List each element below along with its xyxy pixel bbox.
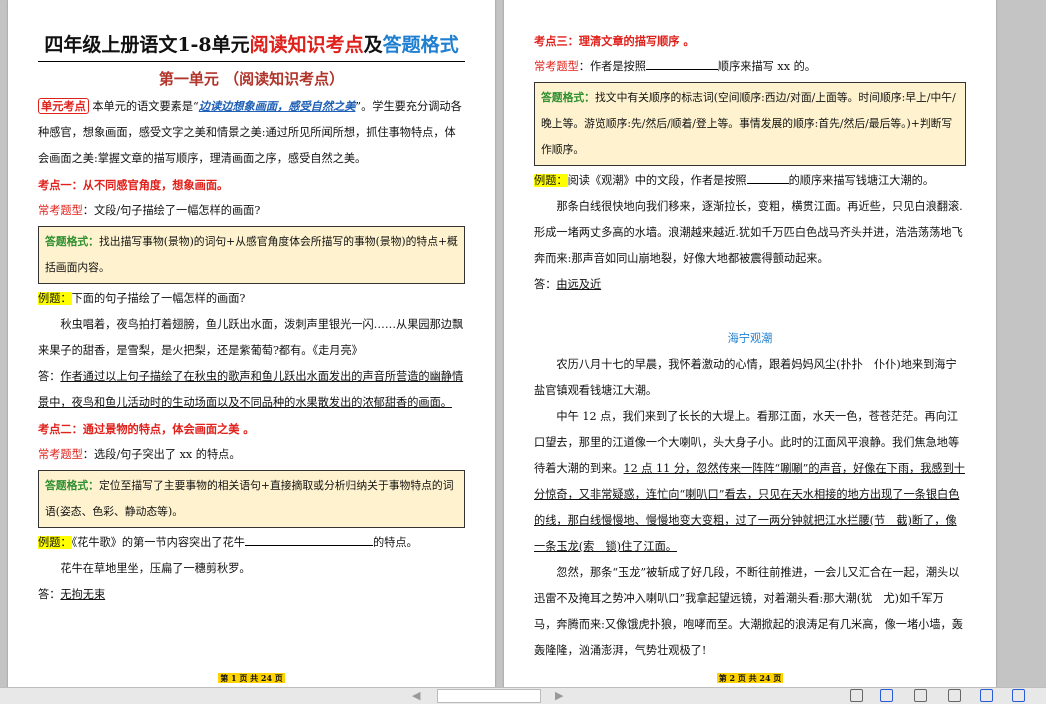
kp3-common-label: 常考题型 bbox=[534, 60, 579, 73]
kp3-answer-content: 由远及近 bbox=[556, 278, 602, 291]
kp3-title: 考点三：理清文章的描写顺序 。 bbox=[534, 34, 695, 48]
kp1-passage: 秋虫唱着，夜鸟拍打着翅膀，鱼儿跃出水面，泼刺声里银光一闪……从果园那边飘来果子的… bbox=[38, 318, 464, 357]
footer-text-1: 第 1 页 共 24 页 bbox=[218, 673, 285, 683]
kp1-answer-content: 作者通过以上句子描绘了在秋虫的歌声和鱼儿跃出水面发出的声音所营造的幽静情景中，夜… bbox=[38, 370, 464, 409]
kp3-answer-text: 找文中有关顺序的标志词(空间顺序:西边/对面/上面等。时间顺序:早上/中午/晚上… bbox=[541, 91, 956, 156]
essay-paragraph-2: 中午 12 点，我们来到了长长的大堤上。看那江面，水天一色，苍苍茫茫。再向江口望… bbox=[534, 404, 966, 560]
prev-page-icon[interactable]: ◀ bbox=[412, 689, 420, 702]
document-page-2: 考点三：理清文章的描写顺序 。 常考题型：作者是按照 顺序来描写 xx 的。 答题… bbox=[504, 0, 996, 688]
kp1-answer-format: 答题格式：找出描写事物(景物)的词句+从感官角度体会所描写的事物(景物)的特点+… bbox=[38, 226, 465, 284]
kp3-example-b: 的顺序来描写钱塘江大潮的。 bbox=[788, 174, 935, 187]
kp2-answer: 答：无拘无束 bbox=[38, 582, 465, 608]
footer-text-2: 第 2 页 共 24 页 bbox=[716, 673, 784, 683]
kp3-common: 常考题型：作者是按照 顺序来描写 xx 的。 bbox=[534, 54, 966, 80]
page-footer-2: 第 2 页 共 24 页 bbox=[504, 673, 996, 684]
kp1-example-label: 例题： bbox=[38, 292, 72, 305]
kp2-example-a: 《花牛歌》的第一节内容突出了花牛 bbox=[71, 536, 245, 549]
kp2-example-label: 例题： bbox=[38, 536, 72, 549]
unit-text-a: 本单元的语文要素是“ bbox=[92, 100, 199, 113]
document-page-1: 四年级上册语文1-8单元阅读知识考点及答题格式 第一单元 （阅读知识考点） 单元… bbox=[8, 0, 495, 688]
viewer-bottom-bar: ◀ ▶ bbox=[0, 687, 1046, 704]
fill-blank bbox=[645, 59, 718, 70]
essay-title: 海宁观潮 bbox=[727, 332, 773, 345]
kp1-example: 例题：下面的句子描绘了一幅怎样的画面? bbox=[38, 286, 465, 312]
kp1-answer-text: 找出描写事物(景物)的词句+从感官角度体会所描写的事物(景物)的特点+概括画面内… bbox=[45, 235, 458, 274]
kp3-example-a: 阅读《观潮》中的文段，作者是按照 bbox=[567, 174, 747, 187]
kp2-example: 例题：《花牛歌》的第一节内容突出了花牛 的特点。 bbox=[38, 530, 465, 556]
kp3-answer-prefix: 答： bbox=[534, 278, 557, 291]
document-title: 四年级上册语文1-8单元阅读知识考点及答题格式 bbox=[38, 30, 465, 62]
kp2-example-b: 的特点。 bbox=[372, 536, 418, 549]
page-number-input[interactable] bbox=[437, 689, 541, 703]
kp2-answer-text: 定位至描写了主要事物的相关语句+直接摘取或分析归纳关于事物特点的词语(姿态、色彩… bbox=[45, 479, 454, 518]
kp3-common-b: 顺序来描写 xx 的。 bbox=[717, 60, 816, 73]
kp2-answer-label: 答题格式： bbox=[45, 479, 99, 492]
kp3-answer-label: 答题格式： bbox=[541, 91, 595, 104]
book-view-icon[interactable] bbox=[948, 689, 961, 702]
unit-tag: 单元考点 bbox=[38, 98, 89, 114]
dual-page-icon[interactable] bbox=[980, 689, 993, 702]
kp2-title: 考点二：通过景物的特点，体会画面之美 。 bbox=[38, 422, 255, 436]
unit-title: 第一单元 （阅读知识考点） bbox=[158, 70, 345, 88]
two-page-view-icon[interactable] bbox=[914, 689, 927, 702]
kp2-common-text: ：选段/句子突出了 xx 的特点。 bbox=[82, 448, 241, 461]
kp3-example-label: 例题： bbox=[534, 174, 568, 187]
fill-blank bbox=[746, 173, 789, 184]
kp3-common-a: ：作者是按照 bbox=[578, 60, 646, 73]
essay-paragraph-3: 忽然，那条“玉龙”被斩成了好几段，不断往前推进，一会儿又汇合在一起，潮头以迅雷不… bbox=[534, 566, 963, 657]
essay-p2-underlined: 12 点 11 分，忽然传来一阵阵“唰唰”的声音，好像在下雨，我感到十分惊奇，又… bbox=[534, 462, 965, 553]
kp1-common-label: 常考题型 bbox=[38, 204, 83, 217]
kp2-answer-content: 无拘无束 bbox=[60, 588, 106, 601]
title-part-3: 及 bbox=[363, 34, 383, 56]
kp1-example-text: 下面的句子描绘了一幅怎样的画面? bbox=[71, 292, 246, 305]
kp1-title: 考点一：从不同感官角度，想象画面。 bbox=[38, 178, 229, 192]
kp3-passage: 那条白线很快地向我们移来，逐渐拉长，变粗，横贯江面。再近些，只见白浪翻滚.形成一… bbox=[534, 200, 963, 265]
kp2-passage: 花牛在草地里坐，压扁了一穗剪秋罗。 bbox=[60, 562, 251, 575]
kp3-answer: 答：由远及近 bbox=[534, 272, 966, 298]
next-page-icon[interactable]: ▶ bbox=[555, 689, 563, 702]
kp2-answer-prefix: 答： bbox=[38, 588, 61, 601]
page-footer-1: 第 1 页 共 24 页 bbox=[8, 673, 495, 684]
kp2-common: 常考题型：选段/句子突出了 xx 的特点。 bbox=[38, 442, 465, 468]
kp2-common-label: 常考题型 bbox=[38, 448, 83, 461]
kp1-answer: 答：作者通过以上句子描绘了在秋虫的歌声和鱼儿跃出水面发出的声音所营造的幽静情景中… bbox=[38, 364, 465, 416]
title-part-2: 阅读知识考点 bbox=[249, 34, 364, 56]
essay-paragraph-1: 农历八月十七的早晨，我怀着激动的心情，跟着妈妈风尘(扑扑 仆仆)地来到海宁盐官镇… bbox=[534, 358, 957, 397]
fit-page-icon[interactable] bbox=[1012, 689, 1025, 702]
kp1-answer-prefix: 答： bbox=[38, 370, 61, 383]
continuous-view-icon[interactable] bbox=[880, 689, 893, 702]
unit-key-phrase: 边读边想象画面，感受自然之美 bbox=[198, 99, 356, 113]
kp3-answer-format: 答题格式：找文中有关顺序的标志词(空间顺序:西边/对面/上面等。时间顺序:早上/… bbox=[534, 82, 966, 166]
kp3-example: 例题：阅读《观潮》中的文段，作者是按照 的顺序来描写钱塘江大潮的。 bbox=[534, 168, 966, 194]
kp1-common: 常考题型：文段/句子描绘了一幅怎样的画面? bbox=[38, 198, 465, 224]
kp1-common-text: ：文段/句子描绘了一幅怎样的画面? bbox=[82, 204, 261, 217]
fill-blank bbox=[244, 535, 373, 546]
kp1-answer-label: 答题格式： bbox=[45, 235, 99, 248]
title-part-1: 四年级上册语文1-8单元 bbox=[44, 34, 250, 56]
title-part-4: 答题格式 bbox=[382, 34, 459, 56]
single-page-view-icon[interactable] bbox=[850, 689, 863, 702]
kp2-answer-format: 答题格式：定位至描写了主要事物的相关语句+直接摘取或分析归纳关于事物特点的词语(… bbox=[38, 470, 465, 528]
unit-intro: 单元考点 本单元的语文要素是“边读边想象画面，感受自然之美”。学生要充分调动各种… bbox=[38, 93, 465, 172]
